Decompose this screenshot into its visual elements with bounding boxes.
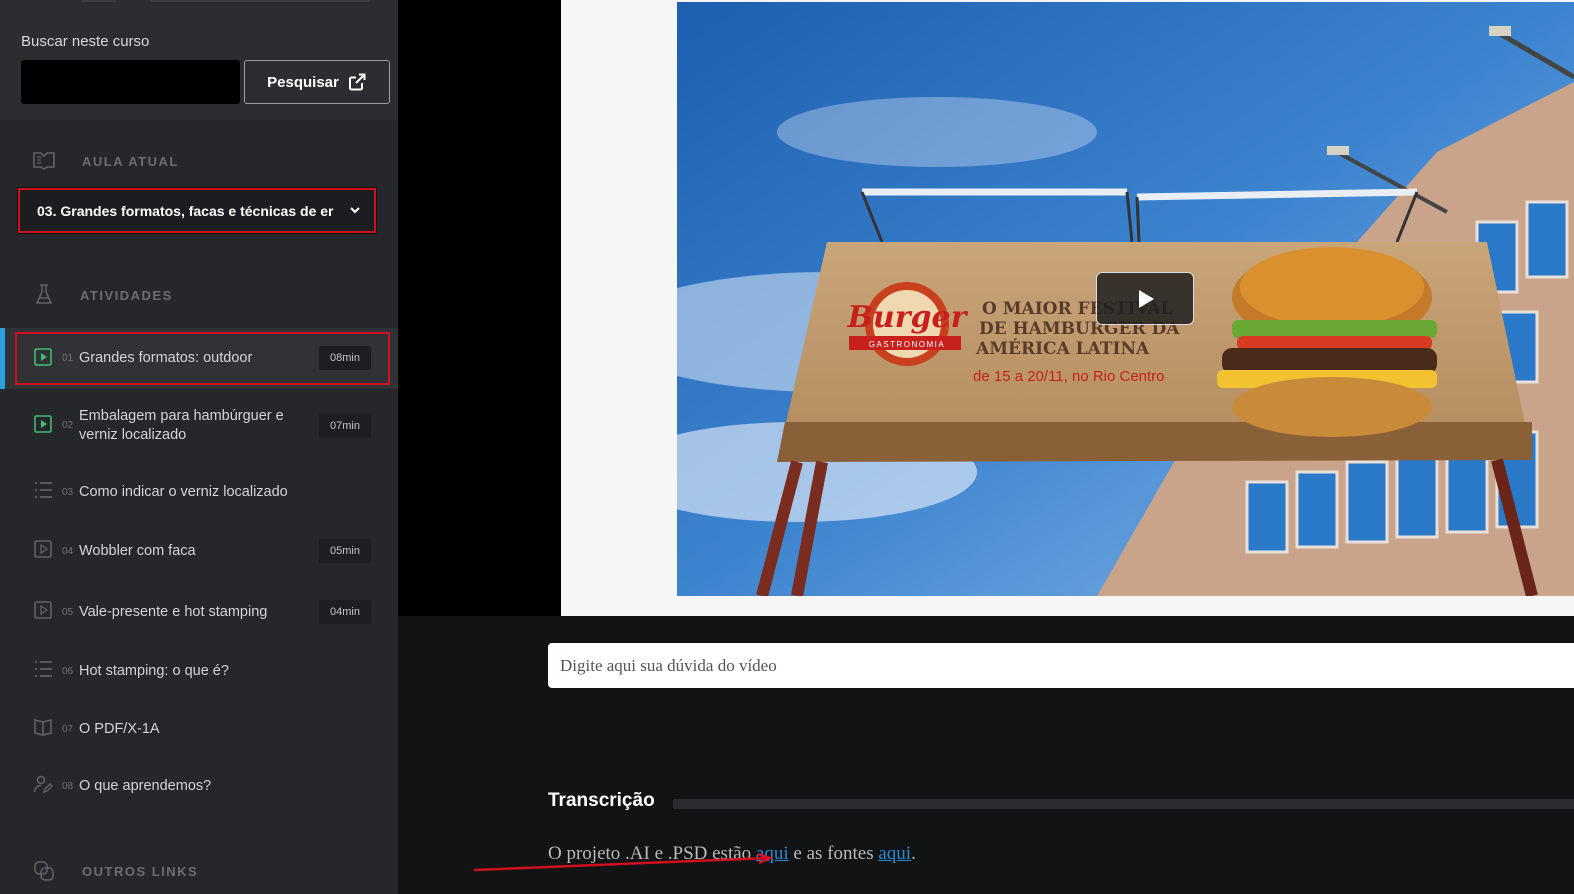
list-icon bbox=[35, 661, 52, 677]
current-lesson-heading-label: AULA ATUAL bbox=[82, 153, 179, 169]
activity-title: Hot stamping: o que é? bbox=[79, 663, 229, 679]
video-letterbox bbox=[398, 0, 561, 616]
activity-item-05[interactable]: 05 Vale-presente e hot stamping 04min bbox=[0, 591, 398, 633]
transcription-text-part: e as fontes bbox=[788, 843, 879, 864]
svg-text:de 15 a 20/11, no Rio Centro: de 15 a 20/11, no Rio Centro bbox=[973, 368, 1165, 385]
other-links-heading-label: OUTROS LINKS bbox=[82, 863, 199, 879]
link-icon bbox=[34, 861, 54, 881]
search-button[interactable]: Pesquisar bbox=[244, 60, 390, 104]
activity-duration: 07min bbox=[319, 414, 371, 438]
activity-item-04[interactable]: 04 Wobbler com faca 05min bbox=[0, 530, 398, 572]
user-edit-icon bbox=[33, 775, 53, 794]
activity-title: O que aprendemos? bbox=[79, 778, 212, 794]
video-check-icon bbox=[34, 348, 52, 366]
activity-title: Embalagem para hambúrguer e verniz local… bbox=[79, 408, 284, 443]
activity-item-03[interactable]: 03 Como indicar o verniz localizado bbox=[0, 472, 398, 512]
activities-heading-label: ATIVIDADES bbox=[80, 287, 173, 303]
activity-number: 01 bbox=[62, 353, 74, 364]
search-label: Buscar neste curso bbox=[21, 33, 150, 50]
activity-number: 06 bbox=[62, 666, 74, 677]
external-link-icon bbox=[348, 73, 366, 91]
lesson-select[interactable]: 03. Grandes formatos, facas e técnicas d… bbox=[17, 187, 377, 234]
book-open-icon bbox=[33, 152, 55, 170]
transcription-text-part: . bbox=[911, 843, 916, 864]
activity-number: 04 bbox=[62, 546, 74, 557]
activity-duration: 04min bbox=[319, 600, 371, 624]
search-section: Buscar neste curso Pesquisar bbox=[0, 0, 398, 120]
question-input[interactable] bbox=[548, 643, 1574, 688]
red-arrow-annotation bbox=[473, 852, 774, 872]
activity-title: Wobbler com faca bbox=[79, 543, 196, 559]
activity-number: 03 bbox=[62, 487, 74, 498]
activity-duration: 05min bbox=[319, 539, 371, 563]
video-player[interactable]: Burger GASTRONOMIA O MAIOR FESTIVAL DE H… bbox=[561, 0, 1574, 616]
current-lesson-heading: AULA ATUAL bbox=[0, 146, 398, 176]
activity-item-07[interactable]: 07 O PDF/X-1A bbox=[0, 709, 398, 749]
activity-duration: 08min bbox=[319, 346, 371, 370]
activity-number: 05 bbox=[62, 607, 74, 618]
video-check-icon bbox=[34, 415, 52, 433]
activities-heading: ATIVIDADES bbox=[0, 280, 398, 310]
activity-title: O PDF/X-1A bbox=[79, 721, 160, 737]
svg-text:GASTRONOMIA: GASTRONOMIA bbox=[869, 340, 946, 349]
other-links-heading: OUTROS LINKS bbox=[0, 856, 398, 886]
course-sidebar: Buscar neste curso Pesquisar AULA ATUAL … bbox=[0, 0, 398, 894]
activity-title: Grandes formatos: outdoor bbox=[79, 350, 253, 366]
lesson-select-value: 03. Grandes formatos, facas e técnicas d… bbox=[37, 202, 334, 219]
book-icon bbox=[34, 718, 52, 736]
activity-item-02[interactable]: 02 Embalagem para hambúrguer e verniz lo… bbox=[0, 395, 398, 457]
activity-number: 02 bbox=[62, 420, 74, 431]
svg-text:Burger: Burger bbox=[847, 300, 969, 335]
activity-item-08[interactable]: 08 O que aprendemos? bbox=[0, 766, 398, 806]
activity-number: 08 bbox=[62, 781, 74, 792]
fonts-link[interactable]: aqui bbox=[878, 843, 911, 864]
activity-item-01[interactable]: 01 Grandes formatos: outdoor 08min bbox=[0, 328, 398, 389]
list-icon bbox=[35, 482, 52, 498]
video-icon bbox=[34, 601, 52, 619]
flask-icon bbox=[35, 284, 53, 304]
svg-text:AMÉRICA LATINA: AMÉRICA LATINA bbox=[975, 338, 1150, 359]
search-input[interactable] bbox=[21, 60, 240, 104]
activity-number: 07 bbox=[62, 724, 74, 735]
top-stub bbox=[150, 0, 370, 2]
play-icon bbox=[1139, 289, 1154, 308]
transcription-divider bbox=[673, 799, 1574, 809]
transcription-title: Transcrição bbox=[548, 790, 655, 811]
search-button-label: Pesquisar bbox=[267, 73, 339, 91]
video-icon bbox=[34, 540, 52, 558]
chevron-down-icon bbox=[350, 207, 360, 214]
current-indicator bbox=[0, 328, 5, 389]
top-stub bbox=[82, 0, 116, 2]
activity-item-06[interactable]: 06 Hot stamping: o que é? bbox=[0, 651, 398, 691]
activity-title: Vale-presente e hot stamping bbox=[79, 604, 268, 620]
play-button[interactable] bbox=[1096, 272, 1194, 325]
activity-title: Como indicar o verniz localizado bbox=[79, 484, 288, 500]
